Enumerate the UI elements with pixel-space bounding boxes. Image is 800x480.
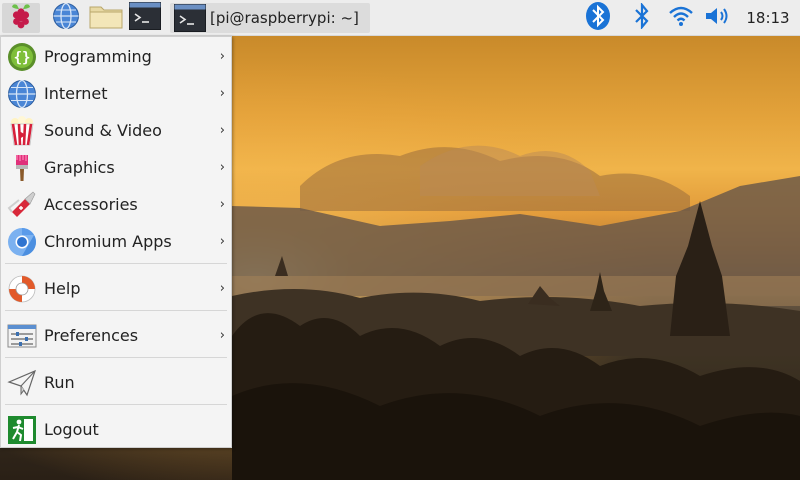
terminal-launcher[interactable] — [128, 2, 162, 34]
menu-item-graphics[interactable]: Graphics › — [1, 149, 231, 186]
pocket-knife-icon — [6, 189, 38, 221]
menu-item-label: Help — [44, 279, 81, 298]
volume-icon — [704, 5, 732, 31]
paper-plane-icon — [6, 367, 38, 399]
submenu-arrow-icon: › — [219, 328, 225, 343]
bluetooth-icon — [585, 1, 611, 35]
bluetooth-status-button[interactable] — [630, 1, 654, 33]
menu-item-label: Internet — [44, 84, 108, 103]
chromium-icon — [6, 226, 38, 258]
terminal-icon — [129, 2, 161, 34]
raspberry-icon — [8, 2, 34, 34]
globe-icon — [6, 78, 38, 110]
menu-item-preferences[interactable]: Preferences › — [1, 317, 231, 354]
menu-item-label: Run — [44, 373, 75, 392]
submenu-arrow-icon: › — [219, 49, 225, 64]
bluetooth-tray-button[interactable] — [584, 1, 612, 35]
menu-item-label: Programming — [44, 47, 152, 66]
terminal-icon — [174, 4, 206, 32]
menu-separator — [5, 263, 227, 264]
wifi-icon — [668, 5, 694, 31]
paintbrush-icon — [6, 152, 38, 184]
menu-item-label: Chromium Apps — [44, 232, 172, 251]
menu-item-logout[interactable]: Logout — [1, 411, 231, 448]
menu-item-help[interactable]: Help › — [1, 270, 231, 307]
lifebuoy-icon — [6, 273, 38, 305]
applications-menu: {} Programming › Internet › Sound & Vide… — [0, 36, 232, 448]
file-manager-launcher[interactable] — [88, 3, 124, 33]
clock[interactable]: 18:13 — [742, 3, 794, 33]
submenu-arrow-icon: › — [219, 197, 225, 212]
task-label: [pi@raspberrypi: ~] — [210, 9, 359, 27]
sliders-icon — [6, 320, 38, 352]
menu-item-run[interactable]: Run — [1, 364, 231, 401]
menu-item-label: Logout — [44, 420, 99, 439]
globe-icon — [52, 2, 80, 34]
applications-menu-button[interactable] — [2, 3, 40, 33]
menu-item-internet[interactable]: Internet › — [1, 75, 231, 112]
volume-tray-button[interactable] — [703, 3, 733, 33]
submenu-arrow-icon: › — [219, 234, 225, 249]
submenu-arrow-icon: › — [219, 160, 225, 175]
menu-separator — [5, 310, 227, 311]
menu-item-accessories[interactable]: Accessories › — [1, 186, 231, 223]
menu-item-sound-video[interactable]: Sound & Video › — [1, 112, 231, 149]
folder-icon — [89, 3, 123, 33]
exit-icon — [6, 414, 38, 446]
bluetooth-icon — [633, 1, 651, 33]
top-panel: [pi@raspberrypi: ~] 18:13 — [0, 0, 800, 36]
popcorn-icon — [6, 115, 38, 147]
menu-item-label: Graphics — [44, 158, 115, 177]
submenu-arrow-icon: › — [219, 281, 225, 296]
menu-item-programming[interactable]: {} Programming › — [1, 38, 231, 75]
menu-item-label: Sound & Video — [44, 121, 162, 140]
menu-separator — [5, 404, 227, 405]
taskbar-task-terminal[interactable]: [pi@raspberrypi: ~] — [170, 3, 370, 33]
menu-item-chromium-apps[interactable]: Chromium Apps › — [1, 223, 231, 260]
svg-text:{}: {} — [14, 50, 31, 66]
code-braces-icon: {} — [6, 41, 38, 73]
web-browser-launcher[interactable] — [51, 2, 81, 34]
wifi-tray-button[interactable] — [666, 3, 696, 33]
submenu-arrow-icon: › — [219, 123, 225, 138]
menu-separator — [5, 357, 227, 358]
submenu-arrow-icon: › — [219, 86, 225, 101]
menu-item-label: Accessories — [44, 195, 138, 214]
menu-item-label: Preferences — [44, 326, 139, 345]
